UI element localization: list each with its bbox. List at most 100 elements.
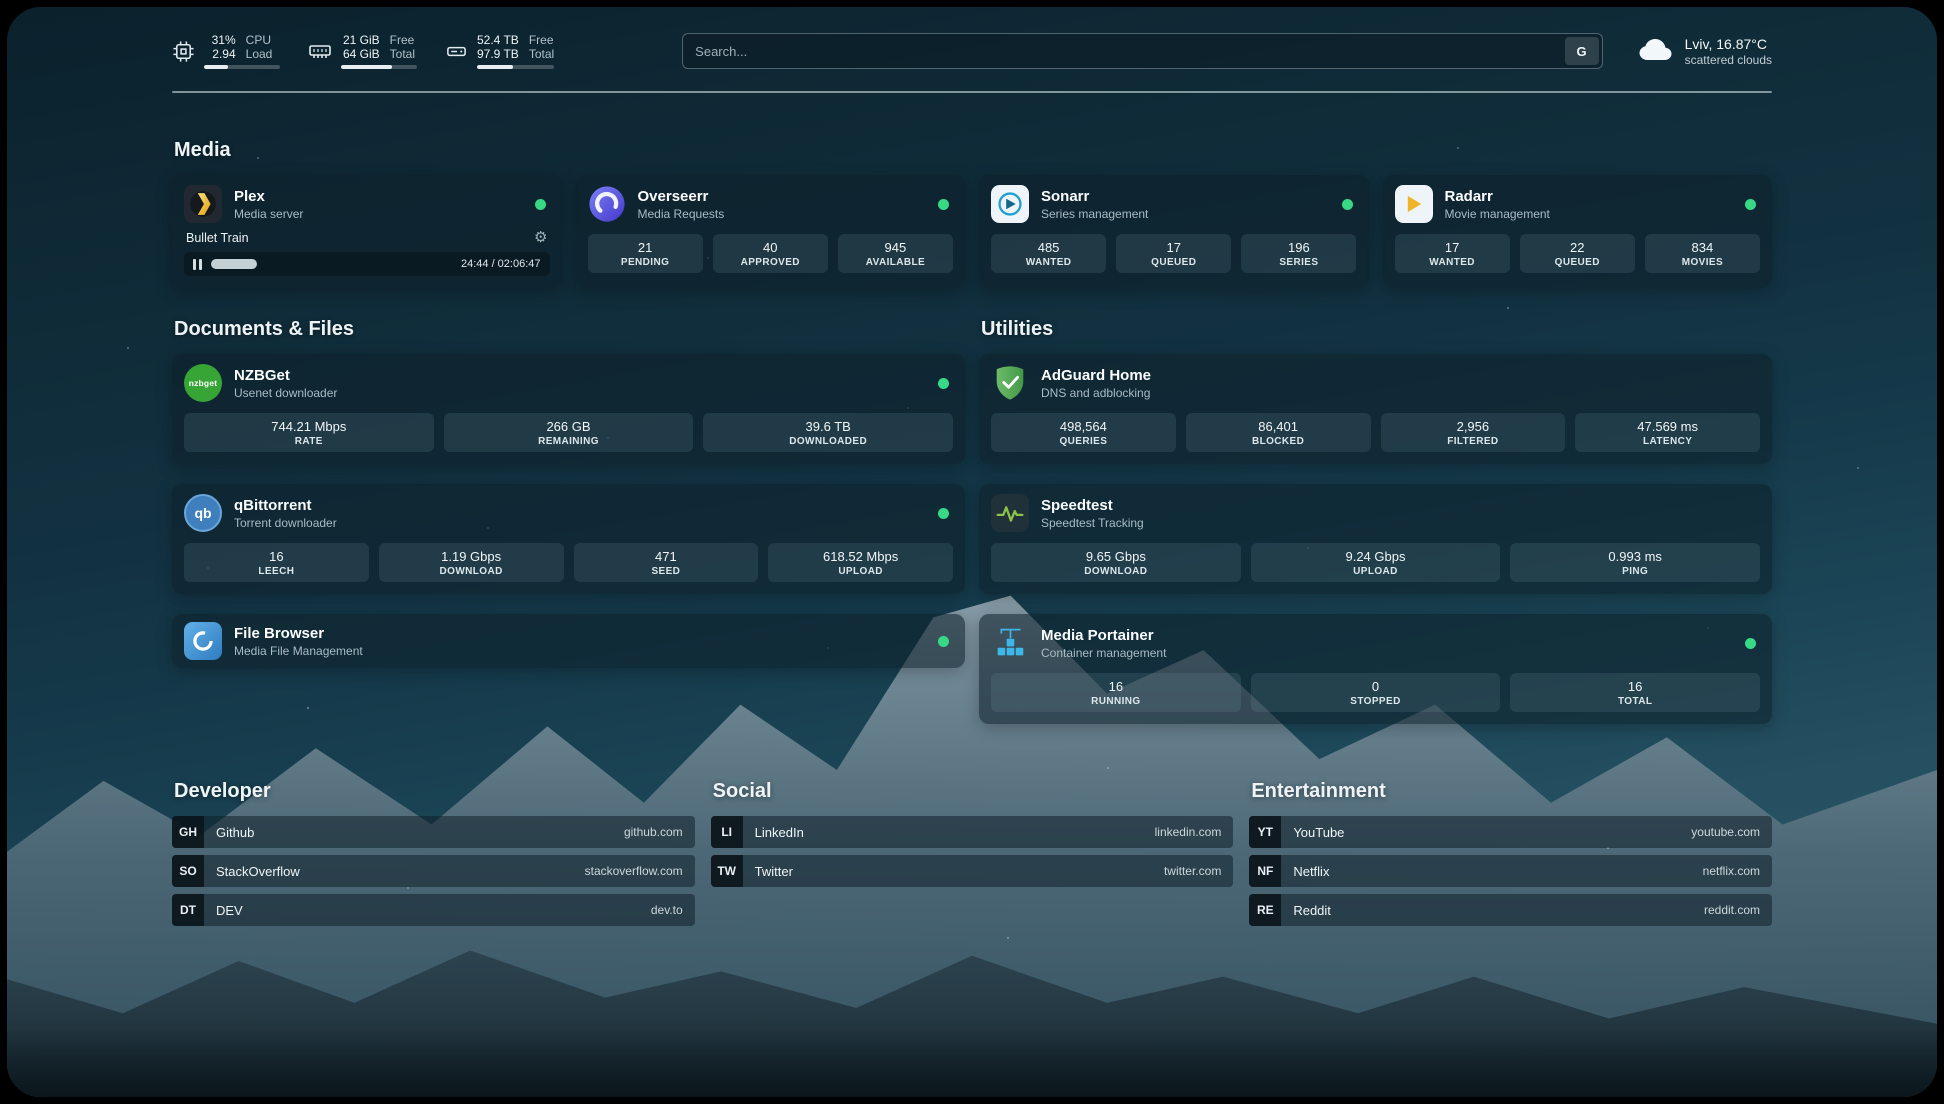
app-card-radarr[interactable]: Radarr Movie management 17WANTED 22QUEUE…	[1383, 175, 1773, 288]
status-online-dot	[1745, 638, 1756, 649]
overseerr-icon	[588, 185, 626, 223]
app-desc: Speedtest Tracking	[1041, 516, 1144, 530]
stat-download: 1.19 GbpsDOWNLOAD	[379, 543, 564, 582]
status-online-dot	[535, 199, 546, 210]
app-card-filebrowser[interactable]: File Browser Media File Management	[172, 614, 965, 668]
app-name: qBittorrent	[234, 497, 337, 515]
stat-movies: 834MOVIES	[1645, 234, 1760, 273]
app-name: Plex	[234, 188, 303, 206]
app-name: Media Portainer	[1041, 627, 1166, 645]
weather-widget: Lviv, 16.87°C scattered clouds	[1637, 36, 1772, 67]
status-online-dot	[938, 508, 949, 519]
app-card-sonarr[interactable]: Sonarr Series management 485WANTED 17QUE…	[979, 175, 1369, 288]
radarr-icon	[1395, 185, 1433, 223]
link-twitter[interactable]: TW Twitter twitter.com	[711, 855, 1234, 887]
link-reddit[interactable]: RE Reddit reddit.com	[1249, 894, 1772, 926]
app-card-nzbget[interactable]: nzbget NZBGet Usenet downloader 744.21 M…	[172, 354, 965, 464]
weather-condition: scattered clouds	[1685, 53, 1772, 67]
app-card-portainer[interactable]: Media Portainer Container management 16R…	[979, 614, 1772, 724]
stat-running: 16RUNNING	[991, 673, 1241, 712]
link-dev[interactable]: DT DEV dev.to	[172, 894, 695, 926]
stat-pending: 21PENDING	[588, 234, 703, 273]
app-card-speedtest[interactable]: Speedtest Speedtest Tracking 9.65 GbpsDO…	[979, 484, 1772, 594]
link-name: Reddit	[1293, 903, 1331, 918]
app-name: Speedtest	[1041, 497, 1144, 515]
seek-bar[interactable]	[211, 259, 451, 269]
link-url: stackoverflow.com	[585, 864, 683, 878]
plex-player-bar[interactable]: 24:44 / 02:06:47	[184, 252, 550, 276]
stat-download: 9.65 GbpsDOWNLOAD	[991, 543, 1241, 582]
system-monitor-widgets: 31% CPU 2.94 Load	[172, 33, 554, 69]
link-name: StackOverflow	[216, 864, 300, 879]
stat-upload: 9.24 GbpsUPLOAD	[1251, 543, 1501, 582]
app-card-qbittorrent[interactable]: qb qBittorrent Torrent downloader 16LEEC…	[172, 484, 965, 594]
cpu-usage-value: 31%	[204, 33, 236, 47]
app-card-plex[interactable]: Plex Media server Bullet Train ⚙ 24:44 /…	[172, 175, 562, 288]
search-input[interactable]	[683, 34, 1564, 68]
app-name: Radarr	[1445, 188, 1550, 206]
link-name: DEV	[216, 903, 243, 918]
disk-free-label: Free	[529, 33, 554, 47]
status-online-dot	[1342, 199, 1353, 210]
qbittorrent-icon: qb	[184, 494, 222, 532]
playback-time: 24:44 / 02:06:47	[461, 258, 541, 270]
stat-upload: 618.52 MbpsUPLOAD	[768, 543, 953, 582]
disk-total-value: 97.9 TB	[477, 47, 519, 61]
app-desc: Usenet downloader	[234, 386, 337, 400]
cpu-load-value: 2.94	[204, 47, 236, 61]
search-engine-button[interactable]: G	[1565, 37, 1599, 65]
app-name: File Browser	[234, 625, 363, 643]
plex-icon	[184, 185, 222, 223]
app-card-overseerr[interactable]: Overseerr Media Requests 21PENDING 40APP…	[576, 175, 966, 288]
link-stackoverflow[interactable]: SO StackOverflow stackoverflow.com	[172, 855, 695, 887]
link-youtube[interactable]: YT YouTube youtube.com	[1249, 816, 1772, 848]
cloud-icon	[1637, 36, 1674, 67]
weather-location: Lviv, 16.87°C	[1685, 36, 1772, 52]
app-name: NZBGet	[234, 367, 337, 385]
section-social: Social LI LinkedIn linkedin.com TW Twitt…	[711, 780, 1234, 926]
reddit-badge: RE	[1249, 894, 1281, 926]
status-online-dot	[938, 378, 949, 389]
app-card-adguard[interactable]: AdGuard Home DNS and adblocking 498,564Q…	[979, 354, 1772, 464]
stat-leech: 16LEECH	[184, 543, 369, 582]
gear-icon[interactable]: ⚙	[534, 230, 547, 245]
linkedin-badge: LI	[711, 816, 743, 848]
app-name: AdGuard Home	[1041, 367, 1151, 385]
stat-series: 196SERIES	[1241, 234, 1356, 273]
disk-free-value: 52.4 TB	[477, 33, 519, 47]
link-url: dev.to	[651, 903, 683, 917]
status-online-dot	[1745, 199, 1756, 210]
link-url: netflix.com	[1703, 864, 1760, 878]
stat-blocked: 86,401BLOCKED	[1186, 413, 1371, 452]
app-desc: Torrent downloader	[234, 516, 337, 530]
app-desc: DNS and adblocking	[1041, 386, 1151, 400]
disk-icon	[445, 40, 468, 63]
dev-badge: DT	[172, 894, 204, 926]
stat-stopped: 0STOPPED	[1251, 673, 1501, 712]
app-desc: Container management	[1041, 646, 1166, 660]
app-desc: Movie management	[1445, 207, 1550, 221]
app-name: Overseerr	[638, 188, 725, 206]
ram-icon	[308, 39, 332, 63]
search-bar[interactable]: G	[682, 33, 1602, 69]
stat-downloaded: 39.6 TBDOWNLOADED	[703, 413, 953, 452]
twitter-badge: TW	[711, 855, 743, 887]
cpu-usage-label: CPU	[246, 33, 280, 47]
status-online-dot	[938, 636, 949, 647]
github-badge: GH	[172, 816, 204, 848]
cpu-load-label: Load	[246, 47, 280, 61]
pause-icon[interactable]	[193, 259, 202, 270]
netflix-badge: NF	[1249, 855, 1281, 887]
app-desc: Media server	[234, 207, 303, 221]
portainer-icon	[991, 624, 1029, 662]
now-playing-title: Bullet Train	[186, 231, 249, 245]
link-github[interactable]: GH Github github.com	[172, 816, 695, 848]
link-netflix[interactable]: NF Netflix netflix.com	[1249, 855, 1772, 887]
disk-total-label: Total	[529, 47, 554, 61]
link-url: reddit.com	[1704, 903, 1760, 917]
cpu-widget: 31% CPU 2.94 Load	[172, 33, 280, 69]
section-entertainment: Entertainment YT YouTube youtube.com NF …	[1249, 780, 1772, 926]
filebrowser-icon	[184, 622, 222, 660]
link-linkedin[interactable]: LI LinkedIn linkedin.com	[711, 816, 1234, 848]
ram-total-label: Total	[390, 47, 417, 61]
